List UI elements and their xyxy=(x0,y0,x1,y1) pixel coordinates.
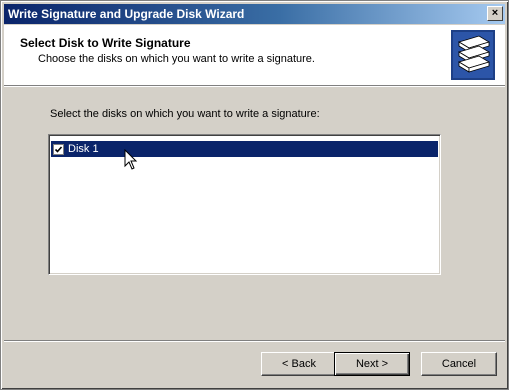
instruction-label: Select the disks on which you want to wr… xyxy=(50,108,320,120)
page-subtitle: Choose the disks on which you want to wr… xyxy=(38,53,315,65)
page-title: Select Disk to Write Signature xyxy=(20,36,191,50)
back-button[interactable]: < Back xyxy=(261,352,337,376)
disk-1-label: Disk 1 xyxy=(68,143,99,155)
window-title: Write Signature and Upgrade Disk Wizard xyxy=(8,7,245,21)
mouse-pointer-icon xyxy=(124,149,138,170)
title-bar[interactable]: Write Signature and Upgrade Disk Wizard … xyxy=(4,4,505,24)
cancel-button[interactable]: Cancel xyxy=(421,352,497,376)
list-item-disk-1[interactable]: Disk 1 xyxy=(51,141,438,157)
wizard-header: Select Disk to Write Signature Choose th… xyxy=(4,25,505,86)
disk-stack-icon xyxy=(451,30,495,80)
close-button[interactable]: × xyxy=(487,6,503,21)
header-divider xyxy=(4,86,505,87)
disk-1-checkbox[interactable] xyxy=(53,143,64,155)
close-icon: × xyxy=(491,7,499,19)
disk-list[interactable]: Disk 1 xyxy=(48,134,441,275)
footer-divider xyxy=(4,340,505,342)
wizard-window: Write Signature and Upgrade Disk Wizard … xyxy=(0,0,509,390)
checkmark-icon xyxy=(54,145,63,153)
next-button[interactable]: Next > xyxy=(334,352,410,376)
